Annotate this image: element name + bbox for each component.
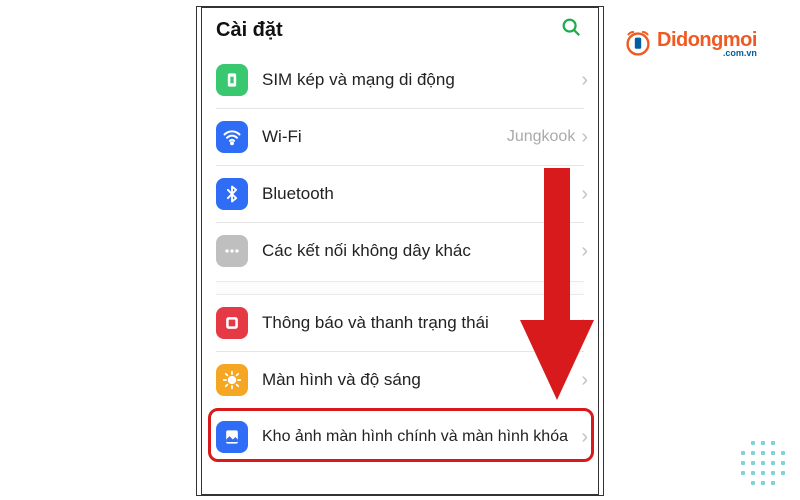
group-separator	[216, 281, 584, 295]
logo-sub-text: .com.vn	[723, 49, 757, 58]
brightness-icon	[216, 364, 248, 396]
search-icon[interactable]	[560, 16, 582, 44]
wallpaper-icon	[216, 421, 248, 453]
sim-icon	[216, 64, 248, 96]
wifi-icon	[216, 121, 248, 153]
logo-icon	[622, 28, 654, 60]
row-label: Các kết nối không dây khác	[262, 241, 581, 261]
phone-frame: Cài đặt SIM kép và mạng di động ›	[196, 6, 604, 496]
row-display-brightness[interactable]: Màn hình và độ sáng ›	[202, 352, 598, 408]
row-sim[interactable]: SIM kép và mạng di động ›	[202, 52, 598, 108]
row-label: Màn hình và độ sáng	[262, 370, 581, 390]
notifications-icon	[216, 307, 248, 339]
bluetooth-icon	[216, 178, 248, 210]
brand-logo: Didongmoi .com.vn	[622, 24, 800, 64]
wifi-value: Jungkook	[507, 128, 576, 146]
chevron-right-icon: ›	[581, 369, 588, 392]
logo-main-text: Didongmoi	[657, 30, 757, 50]
row-wifi[interactable]: Wi-Fi Jungkook ›	[202, 109, 598, 165]
chevron-right-icon: ›	[581, 426, 588, 449]
row-other-wireless[interactable]: Các kết nối không dây khác ›	[202, 223, 598, 279]
row-label: Thông báo và thanh trạng thái	[262, 313, 581, 333]
row-wallpaper[interactable]: Kho ảnh màn hình chính và màn hình khóa …	[202, 409, 598, 465]
row-label: Bluetooth	[262, 184, 581, 204]
chevron-right-icon: ›	[581, 126, 588, 149]
inner-frame: Cài đặt SIM kép và mạng di động ›	[201, 7, 599, 495]
page-title: Cài đặt	[216, 19, 283, 42]
chevron-right-icon: ›	[581, 183, 588, 206]
row-label: Kho ảnh màn hình chính và màn hình khóa	[262, 427, 581, 447]
more-icon	[216, 235, 248, 267]
chevron-right-icon: ›	[581, 69, 588, 92]
decorative-dots	[738, 438, 788, 488]
chevron-right-icon: ›	[581, 240, 588, 263]
settings-list: SIM kép và mạng di động › Wi-Fi Jungkook…	[202, 52, 598, 465]
row-label: SIM kép và mạng di động	[262, 70, 581, 90]
row-bluetooth[interactable]: Bluetooth ›	[202, 166, 598, 222]
chevron-right-icon: ›	[581, 312, 588, 335]
logo-text: Didongmoi .com.vn	[657, 30, 757, 58]
settings-header: Cài đặt	[202, 8, 598, 52]
row-notifications[interactable]: Thông báo và thanh trạng thái ›	[202, 295, 598, 351]
row-label: Wi-Fi	[262, 127, 507, 147]
